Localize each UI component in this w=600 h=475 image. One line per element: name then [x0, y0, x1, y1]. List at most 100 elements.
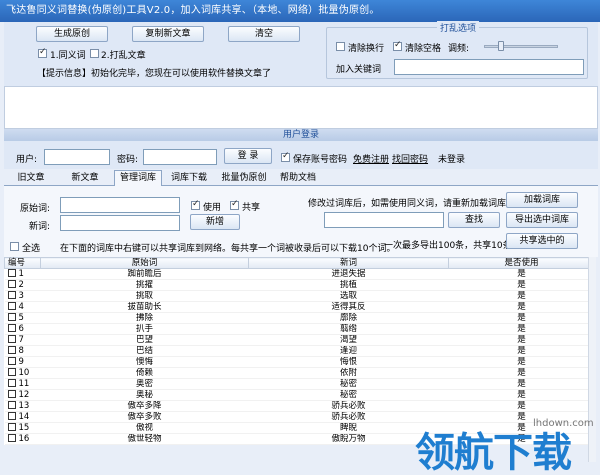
tab-manage-library[interactable]: 管理词库: [114, 170, 162, 186]
row-id: 7: [18, 335, 24, 345]
cell-in-use: 是: [448, 334, 595, 346]
row-checkbox[interactable]: [7, 302, 16, 310]
share-checkbox[interactable]: [230, 199, 239, 210]
cell-original: 拂除: [40, 312, 249, 324]
export-selected-button[interactable]: 导出选中词库: [506, 212, 578, 228]
header-new[interactable]: 新词: [248, 257, 449, 269]
cell-new: 进退失据: [248, 268, 449, 280]
row-checkbox[interactable]: [7, 368, 16, 376]
cell-id: 6: [4, 323, 41, 335]
row-checkbox[interactable]: [7, 379, 16, 387]
tab-library-download[interactable]: 词库下载: [166, 171, 212, 185]
row-checkbox[interactable]: [7, 401, 16, 409]
keyword-input[interactable]: [394, 59, 584, 75]
table-row[interactable]: 10 倚赖 依附是: [4, 367, 595, 379]
row-checkbox[interactable]: [7, 280, 16, 288]
table-row[interactable]: 13 傲卒多降 骄兵必败是: [4, 400, 595, 412]
cell-original: 巴结: [40, 345, 249, 357]
tab-new-article[interactable]: 新文章: [68, 171, 102, 185]
original-word-input[interactable]: [60, 197, 180, 213]
share-label: 共享: [242, 203, 261, 213]
cell-id: 5: [4, 312, 41, 324]
register-link[interactable]: 免费注册: [353, 152, 389, 165]
row-checkbox[interactable]: [7, 269, 16, 277]
cell-new: 挑植: [248, 279, 449, 291]
row-id: 11: [18, 379, 30, 389]
search-input[interactable]: [324, 212, 444, 228]
synonym-checkbox[interactable]: [38, 47, 47, 58]
table-row[interactable]: 5 拂除 廓除是: [4, 312, 595, 324]
row-checkbox[interactable]: [7, 313, 16, 321]
save-account-checkbox[interactable]: [281, 151, 290, 162]
cell-new: 廓除: [248, 312, 449, 324]
load-library-button[interactable]: 加载词库: [506, 192, 578, 208]
new-word-input[interactable]: [60, 215, 180, 231]
watermark-text: 领航下载: [415, 430, 572, 475]
cell-in-use: 是: [448, 378, 595, 390]
row-checkbox[interactable]: [7, 390, 16, 398]
cell-in-use: 是: [448, 356, 595, 368]
cell-id: 15: [4, 422, 41, 434]
cell-original: 奥密: [40, 378, 249, 390]
download-site-watermark: lhdown.com 领航下载: [415, 418, 600, 475]
table-row[interactable]: 9 懊悔 悔恨是: [4, 356, 595, 368]
header-in-use[interactable]: 是否使用: [448, 257, 595, 269]
cell-id: 11: [4, 378, 41, 390]
search-button[interactable]: 查找: [448, 212, 500, 228]
remove-newline-label: 清除换行: [348, 44, 385, 54]
frequency-slider[interactable]: [484, 45, 558, 48]
synonym-label: 1.同义词: [50, 51, 86, 61]
cell-original: 傲视: [40, 422, 249, 434]
password-input[interactable]: [143, 149, 217, 165]
table-row[interactable]: 4 拔苗助长 适得其反是: [4, 301, 595, 313]
header-id[interactable]: 编号: [4, 257, 41, 269]
cell-new: 翦绺: [248, 323, 449, 335]
new-word-label: 新词:: [29, 222, 51, 232]
table-row[interactable]: 12 奥秘 秘密是: [4, 389, 595, 401]
remove-newline-checkbox[interactable]: [336, 42, 345, 51]
generate-button[interactable]: 生成原创: [36, 26, 108, 42]
row-id: 14: [18, 412, 30, 422]
login-status: 未登录: [438, 155, 466, 165]
row-checkbox[interactable]: [7, 346, 16, 354]
copy-article-button[interactable]: 复制新文章: [132, 26, 204, 42]
row-id: 6: [18, 324, 24, 334]
clear-button[interactable]: 清空: [228, 26, 300, 42]
row-id: 10: [18, 368, 30, 378]
frequency-label: 调频:: [448, 44, 470, 54]
table-row[interactable]: 1 踟前瞻后 进退失据是: [4, 268, 595, 280]
use-checkbox[interactable]: [191, 199, 200, 210]
article-textarea[interactable]: [4, 86, 598, 129]
login-button[interactable]: 登 录: [224, 148, 272, 164]
header-original[interactable]: 原始词: [40, 257, 249, 269]
remove-space-label: 清除空格: [405, 44, 442, 54]
shuffle-checkbox[interactable]: [90, 49, 99, 58]
table-row[interactable]: 7 巴望 渴望是: [4, 334, 595, 346]
table-row[interactable]: 6 扒手 翦绺是: [4, 323, 595, 335]
recover-password-link[interactable]: 找回密码: [392, 152, 428, 165]
select-all-checkbox[interactable]: [10, 242, 19, 251]
keyword-label: 加入关键词: [336, 65, 382, 75]
row-checkbox[interactable]: [7, 434, 16, 442]
share-selected-button[interactable]: 共享选中的: [506, 233, 578, 249]
user-input[interactable]: [44, 149, 110, 165]
remove-space-checkbox[interactable]: [393, 40, 402, 51]
row-checkbox[interactable]: [7, 335, 16, 343]
row-checkbox[interactable]: [7, 423, 16, 431]
add-word-button[interactable]: 新增: [190, 214, 240, 230]
table-row[interactable]: 2 挑擢 挑植是: [4, 279, 595, 291]
table-row[interactable]: 3 挑取 选取是: [4, 290, 595, 302]
tab-help-docs[interactable]: 帮助文档: [276, 171, 320, 185]
tab-old-article[interactable]: 旧文章: [14, 171, 48, 185]
table-row[interactable]: 8 巴结 逢迎是: [4, 345, 595, 357]
row-checkbox[interactable]: [7, 324, 16, 332]
cell-new: 适得其反: [248, 301, 449, 313]
row-checkbox[interactable]: [7, 357, 16, 365]
cell-original: 傲卒多败: [40, 411, 249, 423]
row-checkbox[interactable]: [7, 291, 16, 299]
cell-id: 7: [4, 334, 41, 346]
table-row[interactable]: 11 奥密 秘密是: [4, 378, 595, 390]
row-checkbox[interactable]: [7, 412, 16, 420]
frequency-slider-thumb[interactable]: [497, 41, 504, 51]
tab-batch-rewrite[interactable]: 批量伪原创: [218, 171, 270, 185]
